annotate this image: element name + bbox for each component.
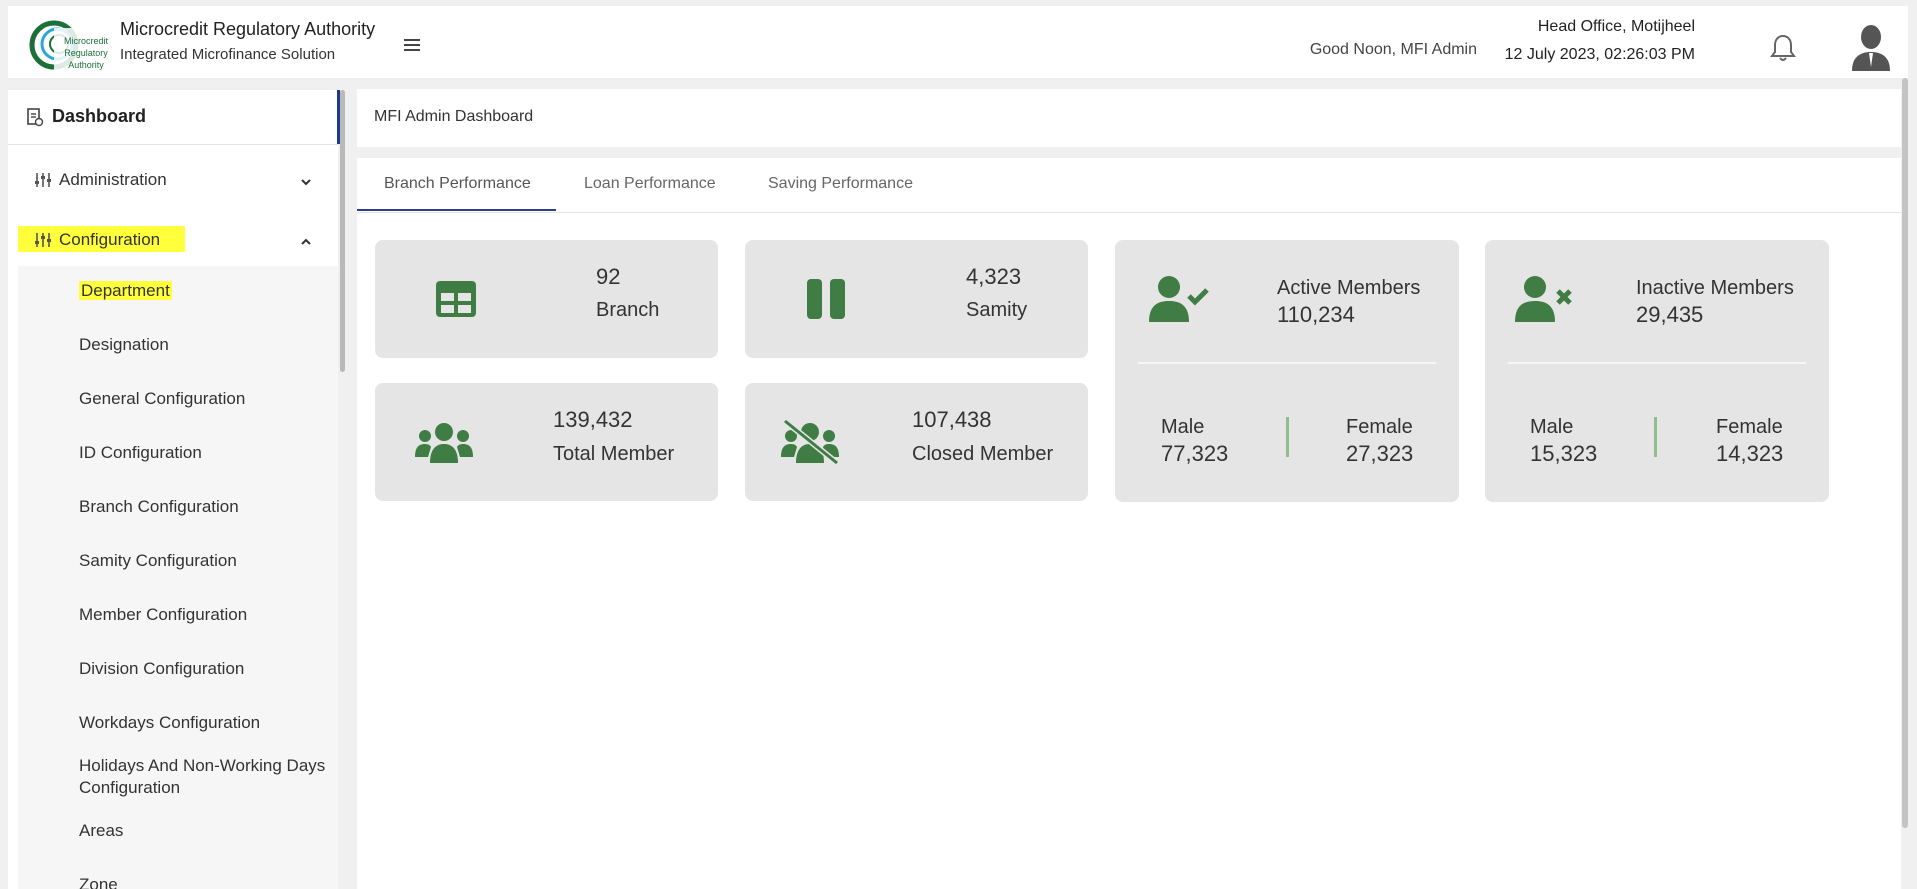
closed-member-count: 107,438 — [912, 407, 992, 432]
sidebar-subitem-id-configuration[interactable]: ID Configuration — [79, 442, 202, 464]
app-title: Microcredit Regulatory Authority — [120, 19, 376, 39]
active-members-card: Active Members 110,234 Male 77,323 Femal… — [1115, 240, 1459, 502]
sidebar-subitem-department[interactable]: Department — [79, 280, 172, 302]
logo-text-1: Microcredit — [64, 36, 109, 46]
total-member-card: 139,432 Total Member — [375, 383, 718, 501]
tab-branch-performance[interactable]: Branch Performance — [384, 175, 531, 193]
sidebar-scrollbar[interactable] — [340, 90, 345, 372]
male-count: 77,323 — [1161, 441, 1229, 466]
gender-separator — [1654, 417, 1657, 457]
user-avatar-icon[interactable] — [1850, 23, 1892, 71]
app-subtitle: Integrated Microfinance Solution — [120, 46, 336, 63]
user-x-icon — [1515, 274, 1575, 329]
active-members-count: 110,234 — [1277, 302, 1355, 327]
mra-logo[interactable]: Microcredit Regulatory Authority — [28, 14, 116, 76]
closed-member-label: Closed Member — [912, 443, 1054, 465]
gender-separator — [1286, 417, 1289, 457]
sidebar-subitem-designation[interactable]: Designation — [79, 334, 169, 356]
submenu-label: Department — [79, 281, 172, 300]
sidebar-subitem-general-configuration[interactable]: General Configuration — [79, 388, 245, 410]
samity-label: Samity — [966, 299, 1028, 321]
hamburger-menu-icon[interactable] — [404, 36, 426, 54]
logo-text-2: Regulatory — [64, 48, 108, 58]
sliders-icon — [34, 232, 52, 253]
pause-icon — [805, 277, 847, 326]
sidebar-subitem-areas[interactable]: Areas — [79, 820, 123, 842]
inactive-members-card: Inactive Members 29,435 Male 15,323 Fema… — [1485, 240, 1829, 502]
logo-text-3: Authority — [68, 60, 104, 70]
sidebar-subitem-division-configuration[interactable]: Division Configuration — [79, 658, 244, 680]
configuration-submenu: Department Designation General Configura… — [18, 266, 338, 889]
sidebar-subitem-samity-configuration[interactable]: Samity Configuration — [79, 550, 237, 572]
sidebar-item-label: Configuration — [59, 230, 161, 249]
user-check-icon — [1149, 274, 1209, 329]
total-member-label: Total Member — [553, 443, 675, 465]
closed-member-card: 107,438 Closed Member — [745, 383, 1088, 501]
sidebar-item-dashboard[interactable]: Dashboard — [8, 90, 338, 145]
branch-label: Branch — [596, 299, 660, 321]
sliders-icon — [34, 172, 52, 193]
table-icon — [435, 280, 477, 323]
tab-loan-performance[interactable]: Loan Performance — [584, 175, 716, 193]
active-members-title: Active Members — [1277, 277, 1421, 299]
chevron-up-icon — [300, 234, 312, 252]
users-slash-icon — [781, 418, 839, 470]
main-panel: Branch Performance Loan Performance Savi… — [357, 158, 1901, 889]
page-title: MFI Admin Dashboard — [374, 108, 534, 125]
chevron-down-icon — [300, 174, 312, 192]
female-count: 14,323 — [1716, 441, 1784, 466]
card-divider — [1138, 362, 1436, 364]
male-count: 15,323 — [1530, 441, 1598, 466]
sidebar: Dashboard Administration Configuration D… — [8, 90, 338, 889]
user-greeting: Good Noon, MFI Admin — [1309, 41, 1477, 58]
sidebar-subitem-branch-configuration[interactable]: Branch Configuration — [79, 496, 239, 518]
page-scrollbar[interactable] — [1902, 78, 1908, 828]
sidebar-item-label: Dashboard — [52, 106, 147, 126]
female-count: 27,323 — [1346, 441, 1414, 466]
sidebar-item-configuration[interactable]: Configuration — [8, 220, 338, 260]
branch-card: 92 Branch — [375, 240, 718, 358]
inactive-members-count: 29,435 — [1636, 302, 1704, 327]
branch-count: 92 — [596, 264, 621, 289]
dashboard-icon — [26, 107, 44, 132]
active-tab-indicator — [357, 209, 556, 211]
notification-bell-icon[interactable] — [1770, 33, 1796, 63]
tab-saving-performance[interactable]: Saving Performance — [768, 175, 913, 193]
male-label: Male — [1530, 416, 1574, 438]
samity-count: 4,323 — [966, 264, 1022, 289]
inactive-members-title: Inactive Members — [1636, 277, 1794, 299]
current-datetime: 12 July 2023, 02:26:03 PM — [1504, 46, 1695, 63]
tab-bar: Branch Performance Loan Performance Savi… — [357, 158, 1901, 213]
sidebar-subitem-workdays-configuration[interactable]: Workdays Configuration — [79, 712, 260, 734]
male-label: Male — [1161, 416, 1205, 438]
office-name: Head Office, Motijheel — [1537, 18, 1695, 35]
sidebar-subitem-holidays-configuration[interactable]: Holidays And Non-Working Days Configurat… — [79, 755, 329, 799]
users-icon — [415, 421, 473, 468]
breadcrumb: MFI Admin Dashboard — [357, 89, 1901, 147]
sidebar-item-label: Administration — [59, 170, 167, 189]
female-label: Female — [1346, 416, 1413, 438]
samity-card: 4,323 Samity — [745, 240, 1088, 358]
sidebar-subitem-member-configuration[interactable]: Member Configuration — [79, 604, 247, 626]
sidebar-subitem-zone[interactable]: Zone — [79, 874, 118, 889]
female-label: Female — [1716, 416, 1783, 438]
top-header: Microcredit Regulatory Authority Microcr… — [8, 6, 1908, 78]
card-divider — [1508, 362, 1806, 364]
total-member-count: 139,432 — [553, 407, 633, 432]
sidebar-item-administration[interactable]: Administration — [8, 160, 338, 200]
